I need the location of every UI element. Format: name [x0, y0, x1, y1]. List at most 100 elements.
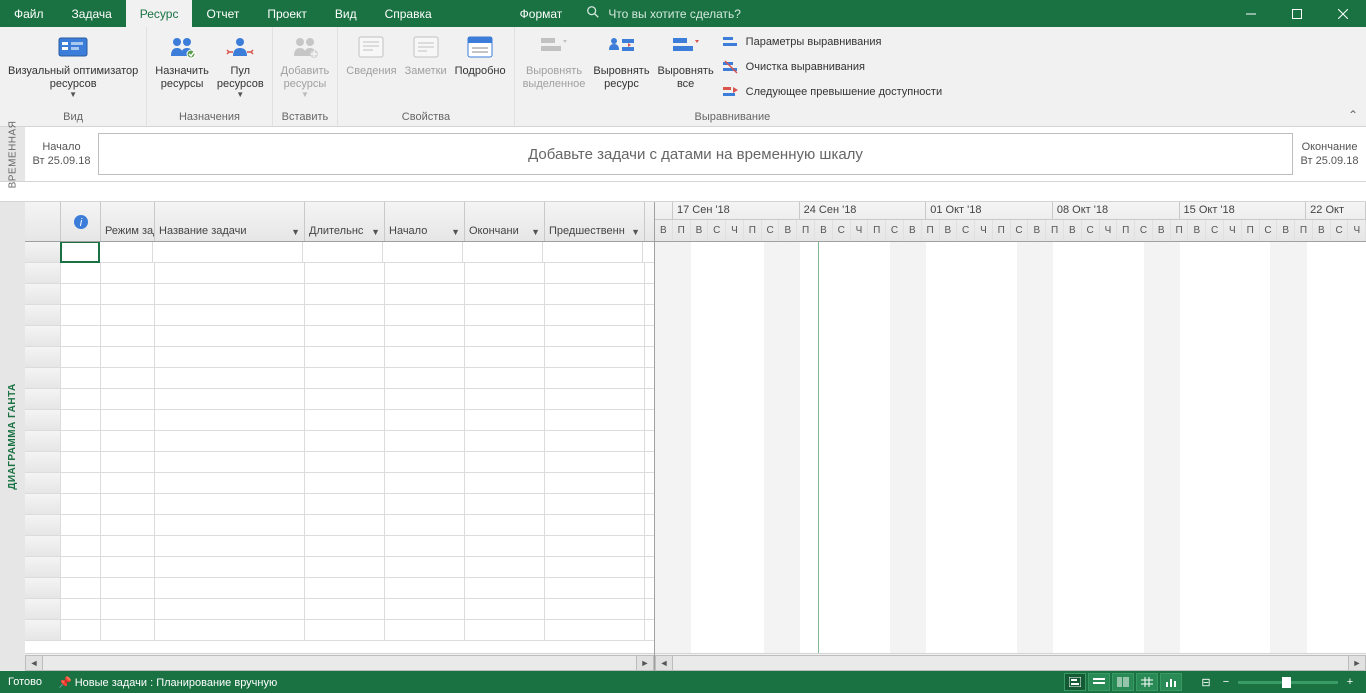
table-row[interactable]: [25, 473, 654, 494]
table-row[interactable]: [25, 494, 654, 515]
day-header: П: [673, 220, 691, 241]
tab-help[interactable]: Справка: [371, 0, 446, 27]
zoom-out-button[interactable]: −: [1218, 676, 1234, 688]
table-row[interactable]: [25, 431, 654, 452]
col-header[interactable]: Режим задачи▼: [101, 202, 155, 241]
zoom-fit-button[interactable]: ⊟: [1198, 676, 1214, 689]
scroll-left-button[interactable]: ◄: [25, 655, 43, 671]
view-report-button[interactable]: [1160, 673, 1182, 691]
week-header: 08 Окт '18: [1053, 202, 1180, 219]
table-row[interactable]: [25, 263, 654, 284]
tellme-search[interactable]: Что вы хотите сделать?: [576, 0, 1228, 27]
tab-file[interactable]: Файл: [0, 0, 58, 27]
table-row[interactable]: [25, 452, 654, 473]
clear-bars-icon: [722, 58, 740, 76]
next-overallocation-button[interactable]: Следующее превышение доступности: [722, 81, 942, 103]
view-usage-button[interactable]: [1088, 673, 1110, 691]
resource-pool-button[interactable]: Пул ресурсов ▼: [213, 29, 268, 101]
day-header: В: [779, 220, 797, 241]
scroll-track[interactable]: [43, 655, 636, 671]
day-header: В: [691, 220, 709, 241]
table-row[interactable]: [25, 347, 654, 368]
details-button[interactable]: Подробно: [451, 29, 510, 80]
scroll-left-button[interactable]: ◄: [655, 655, 673, 671]
table-row[interactable]: [25, 305, 654, 326]
status-ready: Готово: [8, 676, 42, 688]
timeline-add-hint[interactable]: Добавьте задачи с датами на временную шк…: [98, 133, 1293, 175]
day-header: П: [797, 220, 815, 241]
day-header: В: [655, 220, 673, 241]
gantt-table-body[interactable]: [25, 242, 654, 653]
info-icon: i: [73, 214, 89, 230]
col-header[interactable]: Название задачи▼: [155, 202, 305, 241]
level-selection-button: Выровнять выделенное: [519, 29, 590, 92]
table-row[interactable]: [25, 326, 654, 347]
col-header[interactable]: Длительнс▼: [305, 202, 385, 241]
team-planner-button[interactable]: Визуальный оптимизатор ресурсов ▼: [4, 29, 142, 101]
add-people-icon: [289, 31, 321, 63]
week-header: [655, 202, 673, 219]
day-header: С: [1206, 220, 1224, 241]
col-header[interactable]: i: [61, 202, 101, 241]
view-gantt-button[interactable]: [1064, 673, 1086, 691]
day-header: С: [762, 220, 780, 241]
view-sheet-button[interactable]: [1136, 673, 1158, 691]
clear-leveling-button[interactable]: Очистка выравнивания: [722, 56, 942, 78]
table-row[interactable]: [25, 389, 654, 410]
minimize-button[interactable]: [1228, 0, 1274, 27]
day-header: В: [1064, 220, 1082, 241]
assign-resources-button[interactable]: Назначить ресурсы: [151, 29, 213, 92]
day-header: П: [868, 220, 886, 241]
day-header: С: [1260, 220, 1278, 241]
col-header[interactable]: Предшественн▼: [545, 202, 645, 241]
scroll-right-button[interactable]: ►: [1348, 655, 1366, 671]
table-row[interactable]: [25, 284, 654, 305]
maximize-button[interactable]: [1274, 0, 1320, 27]
table-row[interactable]: [25, 410, 654, 431]
scroll-track[interactable]: [673, 655, 1348, 671]
table-row[interactable]: [25, 557, 654, 578]
gantt-chart-hscroll[interactable]: ◄ ►: [655, 653, 1366, 671]
gantt-chart-body[interactable]: [655, 242, 1366, 653]
search-icon: [586, 5, 600, 22]
tab-view[interactable]: Вид: [321, 0, 371, 27]
col-header[interactable]: Окончани▼: [465, 202, 545, 241]
ribbon-group-view: Визуальный оптимизатор ресурсов ▼ Вид: [0, 27, 147, 126]
tab-project[interactable]: Проект: [253, 0, 321, 27]
zoom-slider[interactable]: [1238, 681, 1338, 684]
level-all-button[interactable]: Выровнять все: [654, 29, 718, 92]
collapse-ribbon-button[interactable]: ⌃: [1348, 108, 1358, 122]
table-row[interactable]: [25, 368, 654, 389]
close-button[interactable]: [1320, 0, 1366, 27]
notes-icon: [410, 31, 442, 63]
dropdown-icon: ▼: [69, 90, 77, 99]
settings-bars-icon: [722, 33, 740, 51]
table-row[interactable]: [25, 599, 654, 620]
table-row[interactable]: [25, 242, 654, 263]
timeline-end: Окончание Вт 25.09.18: [1293, 127, 1366, 181]
search-placeholder: Что вы хотите сделать?: [608, 7, 741, 21]
tab-resource[interactable]: Ресурс: [126, 0, 193, 27]
col-header[interactable]: [25, 202, 61, 241]
day-header: Ч: [975, 220, 993, 241]
zoom-in-button[interactable]: +: [1342, 676, 1358, 688]
window-controls: [1228, 0, 1366, 27]
scroll-right-button[interactable]: ►: [636, 655, 654, 671]
day-header: Ч: [726, 220, 744, 241]
day-header: С: [1331, 220, 1349, 241]
tab-task[interactable]: Задача: [58, 0, 126, 27]
day-header: П: [744, 220, 762, 241]
table-row[interactable]: [25, 536, 654, 557]
table-row[interactable]: [25, 515, 654, 536]
leveling-options-button[interactable]: Параметры выравнивания: [722, 31, 942, 53]
col-header[interactable]: Начало▼: [385, 202, 465, 241]
view-team-button[interactable]: [1112, 673, 1134, 691]
table-row[interactable]: [25, 578, 654, 599]
ribbon-group-leveling: Выровнять выделенное Выровнять ресурс Вы…: [515, 27, 951, 126]
gantt-chart-header: 17 Сен '1824 Сен '1801 Окт '1808 Окт '18…: [655, 202, 1366, 242]
tab-report[interactable]: Отчет: [192, 0, 253, 27]
table-row[interactable]: [25, 620, 654, 641]
tab-format[interactable]: Формат: [506, 0, 577, 27]
level-resource-button[interactable]: Выровнять ресурс: [589, 29, 653, 92]
gantt-table-hscroll[interactable]: ◄ ►: [25, 653, 654, 671]
